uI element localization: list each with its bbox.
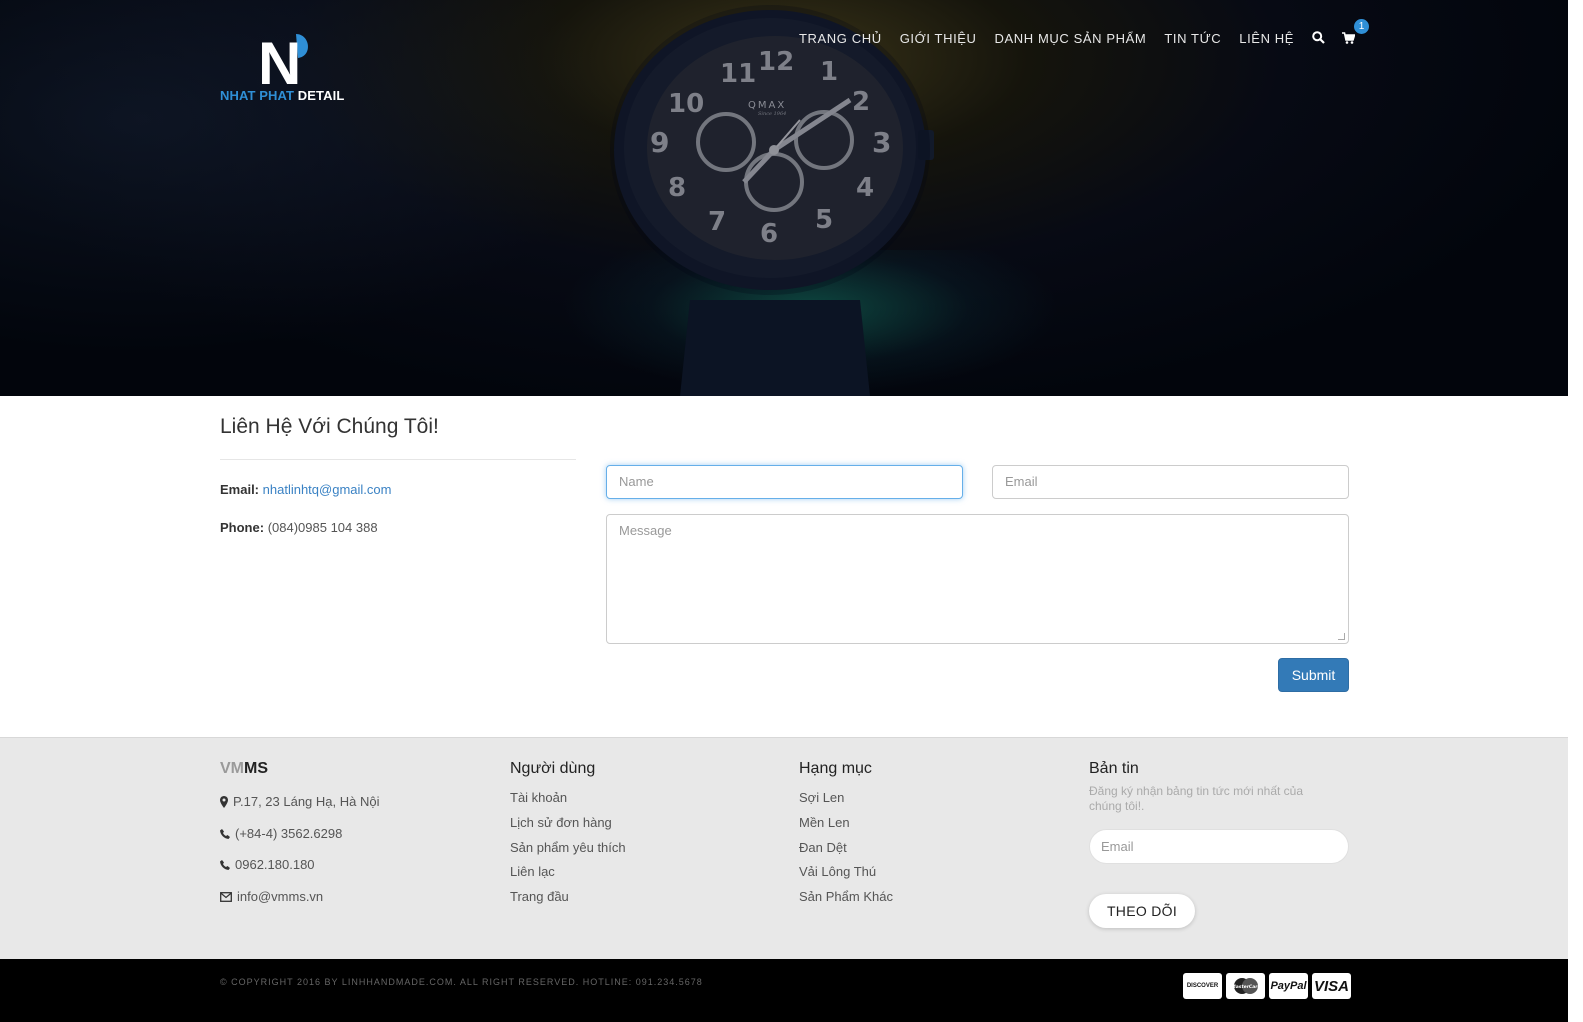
footer-address: P.17, 23 Láng Hạ, Hà Nội	[220, 786, 379, 818]
footer-category-yarn[interactable]: Sợi Len	[799, 786, 893, 811]
payment-cards: DISCOVER MasterCard PayPal VISA	[1183, 973, 1351, 999]
newsletter-email-input[interactable]: Email	[1089, 829, 1349, 864]
main-nav: TRANG CHỦ GIỚI THIỆU DANH MỤC SẢN PHẨM T…	[799, 19, 1372, 47]
logo-text-part1: NHAT PHAT	[220, 88, 295, 103]
resize-handle[interactable]	[1338, 633, 1345, 640]
phone-icon	[220, 828, 230, 839]
footer-company-title-part1: VM	[220, 760, 244, 777]
message-textarea[interactable]: Message	[606, 514, 1349, 644]
newsletter-email-placeholder: Email	[1101, 839, 1134, 854]
visa-card-icon: VISA	[1312, 973, 1351, 999]
mastercard-label: MasterCard	[1231, 984, 1261, 990]
contact-phone-value: (084)0985 104 388	[267, 520, 378, 535]
footer-category-fur-fabric[interactable]: Vải Lông Thú	[799, 860, 893, 885]
contact-email-line: Email: nhatlinhtq@gmail.com	[220, 482, 391, 497]
phone-icon	[220, 860, 230, 871]
email-input[interactable]: Email	[992, 465, 1349, 499]
cart-icon[interactable]: 1	[1342, 19, 1370, 45]
contact-phone-label: Phone:	[220, 520, 265, 535]
footer-category-weaving[interactable]: Đan Dệt	[799, 836, 893, 861]
mastercard-icon: MasterCard	[1226, 973, 1265, 999]
contact-title: Liên Hệ Với Chúng Tôi!	[220, 415, 439, 438]
footer-link-account[interactable]: Tài khoản	[510, 786, 626, 811]
nav-news[interactable]: TIN TỨC	[1164, 31, 1221, 46]
copyright-text: © COPYRIGHT 2016 BY LINHHANDMADE.COM. AL…	[220, 977, 703, 987]
contact-email-label: Email:	[220, 482, 260, 497]
paypal-card-icon: PayPal	[1269, 973, 1308, 999]
contact-email-link[interactable]: nhatlinhtq@gmail.com	[263, 482, 392, 497]
footer-link-order-history[interactable]: Lịch sử đơn hàng	[510, 811, 626, 836]
footer-category-wool-blanket[interactable]: Mền Len	[799, 811, 893, 836]
map-marker-icon	[220, 795, 228, 808]
footer-link-favorites[interactable]: Sản phẩm yêu thích	[510, 836, 626, 861]
site-logo[interactable]: N NHAT PHAT DETAIL	[220, 28, 360, 108]
footer-phone2-text: 0962.180.180	[235, 857, 315, 873]
footer-phone1: (+84-4) 3562.6298	[220, 818, 379, 850]
name-input-placeholder: Name	[619, 474, 654, 489]
nav-product-categories[interactable]: DANH MỤC SẢN PHẨM	[995, 31, 1147, 46]
submit-button[interactable]: Submit	[1278, 658, 1349, 692]
footer-categories-title: Hạng mục	[799, 760, 872, 777]
footer-email: info@vmms.vn	[220, 881, 379, 913]
hero-banner: 11 12 1 2 3 4 5 6 7 8 9 10 QMAX Since 19…	[0, 0, 1568, 396]
discover-card-icon: DISCOVER	[1183, 973, 1222, 999]
nav-home[interactable]: TRANG CHỦ	[799, 31, 882, 46]
subscribe-button[interactable]: THEO DÕI	[1089, 894, 1195, 928]
nav-contact[interactable]: LIÊN HỆ	[1239, 31, 1294, 46]
footer-category-other[interactable]: Sản Phẩm Khác	[799, 885, 893, 910]
footer-link-contact[interactable]: Liên lạc	[510, 860, 626, 885]
logo-mark: N	[258, 32, 308, 84]
logo-text: NHAT PHAT DETAIL	[220, 88, 344, 103]
footer-phone1-text: (+84-4) 3562.6298	[235, 825, 343, 841]
bottom-bar: © COPYRIGHT 2016 BY LINHHANDMADE.COM. AL…	[0, 959, 1568, 1022]
footer-link-home[interactable]: Trang đầu	[510, 885, 626, 910]
newsletter-description: Đăng ký nhận bảng tin tức mới nhất của c…	[1089, 784, 1304, 813]
contact-divider	[220, 459, 576, 460]
footer-newsletter-title: Bản tin	[1089, 760, 1139, 777]
footer-users: Người dùng Tài khoản Lịch sử đơn hàng Sả…	[510, 760, 626, 910]
footer-address-text: P.17, 23 Láng Hạ, Hà Nội	[233, 794, 380, 809]
footer-company-title: VMMS	[220, 760, 379, 778]
cart-count-badge: 1	[1354, 19, 1370, 34]
email-input-placeholder: Email	[1005, 474, 1038, 489]
footer-users-title: Người dùng	[510, 760, 596, 777]
search-icon[interactable]	[1312, 31, 1326, 45]
footer-company: VMMS P.17, 23 Láng Hạ, Hà Nội (+84-4) 35…	[220, 760, 379, 913]
message-placeholder: Message	[619, 523, 672, 538]
footer: VMMS P.17, 23 Láng Hạ, Hà Nội (+84-4) 35…	[0, 737, 1568, 959]
logo-letter: N	[258, 32, 301, 84]
footer-company-title-part2: MS	[244, 760, 268, 777]
footer-email-text[interactable]: info@vmms.vn	[237, 881, 323, 913]
footer-newsletter: Bản tin Đăng ký nhận bảng tin tức mới nh…	[1089, 760, 1349, 940]
contact-phone-line: Phone: (084)0985 104 388	[220, 520, 378, 535]
logo-text-part2: DETAIL	[297, 88, 345, 103]
name-input[interactable]: Name	[606, 465, 963, 499]
nav-about[interactable]: GIỚI THIỆU	[900, 31, 977, 46]
footer-phone2: 0962.180.180	[220, 849, 379, 881]
footer-categories: Hạng mục Sợi Len Mền Len Đan Dệt Vải Lôn…	[799, 760, 893, 910]
envelope-icon	[220, 891, 232, 902]
